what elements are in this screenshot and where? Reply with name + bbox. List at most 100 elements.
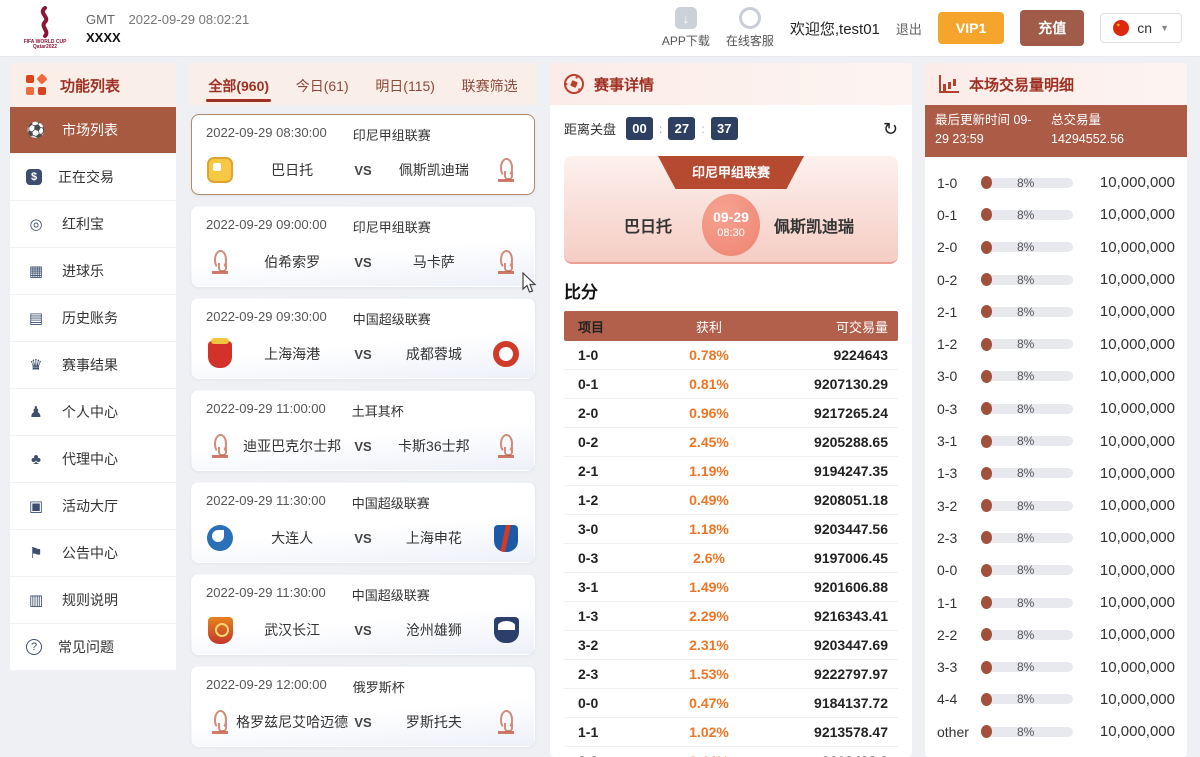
match-card-teams: 格罗兹尼艾哈迈德VS罗斯托夫: [206, 708, 520, 736]
score-volume: 9207130.29: [764, 376, 898, 392]
progress-dot-icon: [981, 564, 992, 577]
score-volume: 9205288.65: [764, 434, 898, 450]
volume-row-value: 10,000,000: [1073, 659, 1175, 676]
volume-row-label: 1-3: [937, 465, 981, 481]
score-volume: 9224643: [764, 347, 898, 363]
score-table-row[interactable]: 0-22.45%9205288.65: [564, 428, 898, 457]
match-card-top: 2022-09-29 11:30:00中国超级联赛: [206, 585, 520, 604]
progress-percent: 8%: [1017, 628, 1034, 642]
sidebar-item-历史账务[interactable]: ▤历史账务: [10, 295, 176, 342]
score-table-row[interactable]: 2-00.96%9217265.24: [564, 399, 898, 428]
sidebar-item-正在交易[interactable]: $正在交易: [10, 154, 176, 201]
volume-progress-bar: 8%: [981, 404, 1073, 414]
score-table-row[interactable]: 0-00.47%9184137.72: [564, 689, 898, 718]
score-table-row[interactable]: 3-11.49%9201606.88: [564, 573, 898, 602]
volume-row: 1-08%10,000,000: [937, 167, 1175, 199]
sidebar: 功能列表 ⚽市场列表$正在交易◎红利宝▦进球乐▤历史账务♛赛事结果♟个人中心♣代…: [10, 63, 176, 757]
sidebar-item-代理中心[interactable]: ♣代理中心: [10, 436, 176, 483]
volume-row-label: 2-3: [937, 530, 981, 546]
score-table-row[interactable]: 1-20.49%9208051.18: [564, 486, 898, 515]
recharge-button[interactable]: 充值: [1020, 10, 1084, 46]
match-league: 土耳其杯: [352, 401, 404, 420]
score-table-row[interactable]: 3-01.18%9203447.56: [564, 515, 898, 544]
sidebar-item-label: 正在交易: [58, 167, 114, 187]
sidebar-item-活动大厅[interactable]: ▣活动大厅: [10, 483, 176, 530]
match-card[interactable]: 2022-09-29 09:30:00中国超级联赛上海海港VS成都蓉城: [191, 298, 535, 379]
volume-row: 2-28%10,000,000: [937, 619, 1175, 651]
volume-row-value: 10,000,000: [1073, 594, 1175, 611]
language-selector[interactable]: cn ▼: [1100, 13, 1182, 43]
score-table-row[interactable]: 0-32.6%9197006.45: [564, 544, 898, 573]
score-table-row[interactable]: 1-32.29%9216343.41: [564, 602, 898, 631]
sidebar-item-赛事结果[interactable]: ♛赛事结果: [10, 342, 176, 389]
match-card[interactable]: 2022-09-29 08:30:00印尼甲组联赛巴日托VS佩斯凯迪瑞: [191, 114, 535, 195]
score-table-row[interactable]: 1-11.02%9213578.47: [564, 718, 898, 747]
worldcup-trophy-placeholder-icon: [500, 158, 513, 177]
total-volume-label: 总交易量: [1051, 111, 1177, 130]
app-download-label: APP下载: [662, 32, 710, 49]
score-volume: 9201606.88: [764, 579, 898, 595]
match-card[interactable]: 2022-09-29 09:00:00印尼甲组联赛伯希索罗VS马卡萨: [191, 206, 535, 287]
score-table-row[interactable]: 2-11.19%9194247.35: [564, 457, 898, 486]
volume-row-label: 1-1: [937, 595, 981, 611]
app-download-button[interactable]: ↓ APP下载: [662, 7, 710, 49]
tab-今日(61)[interactable]: 今日(61): [294, 67, 351, 102]
score-volume: 9216343.41: [764, 608, 898, 624]
match-card[interactable]: 2022-09-29 11:00:00土耳其杯迪亚巴克尔士邦VS卡斯36士邦: [191, 390, 535, 471]
score-table-row[interactable]: 2-31.53%9222797.97: [564, 660, 898, 689]
volume-row-value: 10,000,000: [1073, 400, 1175, 417]
volume-header: 本场交易量明细: [925, 63, 1187, 105]
sidebar-item-常见问题[interactable]: ?常见问题: [10, 624, 176, 671]
sidebar-item-个人中心[interactable]: ♟个人中心: [10, 389, 176, 436]
worldcup-trophy-placeholder-icon: [500, 250, 513, 269]
score-volume: 9203447.69: [764, 637, 898, 653]
score-table-row[interactable]: 1-00.78%9224643: [564, 341, 898, 370]
sidebar-item-红利宝[interactable]: ◎红利宝: [10, 201, 176, 248]
online-service-label: 在线客服: [726, 32, 774, 49]
vs-label: VS: [350, 163, 375, 178]
vs-label: VS: [350, 531, 375, 546]
refresh-icon[interactable]: ↻: [883, 120, 898, 138]
score-table-row[interactable]: 3-22.31%9203447.69: [564, 631, 898, 660]
sidebar-item-进球乐[interactable]: ▦进球乐: [10, 248, 176, 295]
match-time: 2022-09-29 09:30:00: [206, 309, 327, 328]
match-card[interactable]: 2022-09-29 12:00:00俄罗斯杯格罗兹尼艾哈迈德VS罗斯托夫: [191, 666, 535, 747]
score-table-row[interactable]: 0-10.81%9207130.29: [564, 370, 898, 399]
home-team-name: 大连人: [234, 529, 350, 547]
match-time: 2022-09-29 08:30:00: [206, 125, 327, 144]
match-banner: 印尼甲组联赛 巴日托 09-29 08:30 佩斯凯迪瑞: [564, 156, 898, 264]
progress-percent: 8%: [1017, 305, 1034, 319]
progress-percent: 8%: [1017, 596, 1034, 610]
match-card[interactable]: 2022-09-29 11:30:00中国超级联赛武汉长江VS沧州雄狮: [191, 574, 535, 655]
score-table-row[interactable]: 2-20.44%9192433.2: [564, 747, 898, 757]
volume-row-value: 10,000,000: [1073, 303, 1175, 320]
score-profit: 0.96%: [654, 405, 764, 421]
sidebar-item-公告中心[interactable]: ⚑公告中心: [10, 530, 176, 577]
volume-row-value: 10,000,000: [1073, 433, 1175, 450]
online-service-button[interactable]: 在线客服: [726, 7, 774, 49]
volume-panel: 本场交易量明细 最后更新时间 09-29 23:59 总交易量 14294552…: [925, 63, 1187, 757]
match-cards: 2022-09-29 08:30:00印尼甲组联赛巴日托VS佩斯凯迪瑞2022-…: [189, 105, 537, 757]
volume-row-value: 10,000,000: [1073, 529, 1175, 546]
tab-全部(960)[interactable]: 全部(960): [206, 67, 271, 102]
sidebar-title: 功能列表: [60, 75, 120, 96]
sidebar-item-规则说明[interactable]: ▥规则说明: [10, 577, 176, 624]
away-team-name: 卡斯36士邦: [376, 437, 492, 455]
vip-button[interactable]: VIP1: [938, 12, 1004, 44]
gmt-time: GMT 2022-09-29 08:02:21: [86, 12, 249, 27]
match-card[interactable]: 2022-09-29 11:30:00中国超级联赛大连人VS上海申花: [191, 482, 535, 563]
logout-link[interactable]: 退出: [896, 19, 922, 38]
welcome-text: 欢迎您,test01: [790, 18, 880, 39]
volume-row: 2-3 8% 10,000,000: [937, 522, 1175, 554]
score-item: 1-3: [564, 608, 654, 624]
score-profit: 0.44%: [654, 753, 764, 757]
sidebar-item-市场列表[interactable]: ⚽市场列表: [10, 107, 176, 154]
tab-联赛筛选[interactable]: 联赛筛选: [460, 67, 520, 102]
tab-明日(115)[interactable]: 明日(115): [373, 67, 437, 102]
home-team-name: 上海海港: [234, 345, 350, 363]
progress-percent: 8%: [1017, 531, 1034, 545]
countdown-minutes: 27: [668, 117, 695, 140]
volume-progress-bar: 8%: [981, 630, 1073, 640]
home-team-logo: [206, 616, 234, 644]
cn-flag-icon: [1113, 20, 1129, 36]
